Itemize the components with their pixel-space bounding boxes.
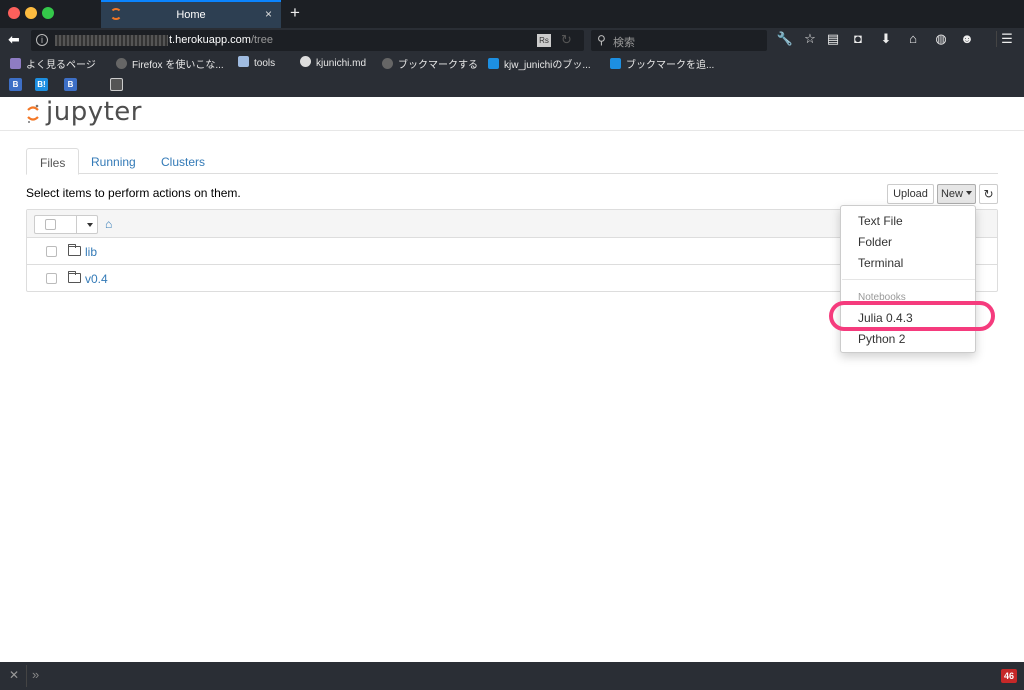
folder-icon [238, 56, 249, 67]
clipboard-icon[interactable]: ▤ [824, 31, 842, 47]
tab-title: Home [176, 9, 206, 21]
jupyter-logo-icon[interactable] [26, 104, 40, 124]
select-all-dropdown[interactable] [34, 215, 98, 234]
bookmark-label: kjunichi.md [316, 58, 367, 69]
bookmarklet-b-icon[interactable]: B [64, 78, 77, 91]
pocket-icon[interactable]: ◘ [849, 31, 867, 46]
url-bar[interactable]: i t.herokuapp.com/tree Rs ↻ [31, 30, 584, 51]
home-breadcrumb-icon[interactable]: ⌂ [105, 217, 112, 231]
tab-close-icon[interactable]: × [265, 7, 272, 21]
bookmarks-toolbar: よく見るページ Firefox を使いこな... tools kjunichi.… [0, 53, 1024, 73]
minimize-window-button[interactable] [25, 7, 37, 19]
github-icon [300, 56, 311, 67]
globe-icon [116, 58, 127, 69]
reload-icon[interactable]: ↻ [561, 32, 572, 48]
folder-link[interactable]: lib [85, 245, 97, 259]
menu-item-text-file[interactable]: Text File [858, 214, 903, 228]
console-icon[interactable] [110, 78, 123, 91]
status-badge[interactable]: 46 [1001, 669, 1017, 683]
row-checkbox[interactable] [46, 273, 57, 284]
url-text: t.herokuapp.com/tree [169, 34, 273, 46]
frequent-pages-icon [10, 58, 21, 69]
zoom-window-button[interactable] [42, 7, 54, 19]
bookmarklets-row: B B! B [0, 75, 1024, 95]
tab-files[interactable]: Files [26, 148, 80, 175]
menu-divider [842, 279, 975, 280]
bookmark-item[interactable]: tools [238, 56, 275, 69]
bookmark-label: よく見るページ [26, 60, 96, 71]
addon-icon[interactable]: ◍ [932, 31, 950, 47]
bookmark-star-icon[interactable]: ☆ [801, 31, 819, 47]
browser-bottom-bar: ✕ » 46 [0, 662, 1024, 690]
bookmark-label: ブックマークする [398, 60, 478, 71]
upload-button[interactable]: Upload [887, 184, 934, 204]
chevron-right-icon[interactable]: » [32, 667, 39, 682]
search-placeholder: 検索 [613, 37, 635, 49]
select-all-checkbox[interactable] [45, 219, 56, 230]
search-bar[interactable]: ⚲ 検索 [591, 30, 767, 51]
search-icon: ⚲ [597, 33, 606, 47]
bookmark-label: ブックマークを追... [626, 60, 715, 71]
bookmark-label: kjw_junichiのブッ... [504, 60, 591, 71]
tab-running[interactable]: Running [78, 148, 149, 175]
highlight-annotation [829, 301, 995, 331]
new-tab-button[interactable]: + [290, 3, 300, 23]
browser-tab-home[interactable]: Home × [101, 0, 281, 28]
menu-item-terminal[interactable]: Terminal [858, 256, 903, 270]
url-path: /tree [250, 34, 273, 46]
bookmarklet-b-icon[interactable]: B [9, 78, 22, 91]
jupyter-logo-text[interactable]: jupyter [46, 97, 142, 127]
bookmark-item[interactable]: ブックマークを追... [610, 56, 714, 71]
new-dropdown-button[interactable]: New [937, 184, 976, 204]
folder-icon [68, 244, 81, 256]
wrench-icon[interactable]: 🔧 [776, 31, 794, 47]
smiley-icon[interactable]: ☻ [958, 31, 976, 46]
tab-clusters[interactable]: Clusters [148, 148, 218, 175]
menu-item-python2[interactable]: Python 2 [858, 332, 905, 346]
refresh-icon: ↻ [983, 187, 994, 201]
folder-link[interactable]: v0.4 [85, 272, 108, 286]
back-arrow-icon[interactable]: ⬅ [8, 31, 20, 48]
hamburger-menu-icon[interactable]: ☰ [996, 31, 1014, 47]
hatena-bookmark-icon [610, 58, 621, 69]
jupyter-header: jupyter [0, 97, 1024, 131]
close-icon[interactable]: ✕ [9, 668, 19, 682]
bottom-divider [26, 665, 27, 687]
home-icon[interactable]: ⌂ [904, 31, 922, 46]
hatena-bookmark-icon [488, 58, 499, 69]
site-info-icon[interactable]: i [36, 34, 48, 46]
file-tabs: Files Running Clusters [26, 148, 998, 175]
new-label: New [940, 188, 963, 200]
bookmark-item[interactable]: Firefox を使いこな... [116, 56, 224, 71]
redacted-url-segment [55, 35, 168, 46]
row-checkbox[interactable] [46, 246, 57, 257]
caret-down-icon [966, 191, 972, 195]
bookmark-label: Firefox を使いこな... [132, 60, 224, 71]
bookmark-item[interactable]: よく見るページ [10, 56, 96, 71]
close-window-button[interactable] [8, 7, 20, 19]
menu-item-folder[interactable]: Folder [858, 235, 892, 249]
bookmark-item[interactable]: kjunichi.md [300, 56, 366, 69]
reader-view-icon[interactable]: Rs [537, 34, 551, 47]
refresh-button[interactable]: ↻ [979, 184, 998, 204]
bookmark-item[interactable]: kjw_junichiのブッ... [488, 56, 591, 71]
download-icon[interactable]: ⬇ [877, 31, 895, 47]
navigation-bar: ⬅ i t.herokuapp.com/tree Rs ↻ ⚲ 検索 🔧 ☆ ▤… [0, 28, 1024, 53]
globe-icon [382, 58, 393, 69]
folder-icon [68, 271, 81, 283]
selector-divider [76, 216, 77, 233]
tab-bar: Home × + [0, 0, 1024, 28]
hatena-bookmark-icon[interactable]: B! [35, 78, 48, 91]
caret-down-icon[interactable] [87, 223, 93, 227]
bookmark-item[interactable]: ブックマークする [382, 56, 478, 71]
browser-chrome: Home × + ⬅ i t.herokuapp.com/tree Rs ↻ ⚲… [0, 0, 1024, 97]
selection-hint: Select items to perform actions on them. [26, 186, 241, 200]
bookmark-label: tools [254, 58, 276, 69]
url-host: t.herokuapp.com [169, 34, 251, 46]
